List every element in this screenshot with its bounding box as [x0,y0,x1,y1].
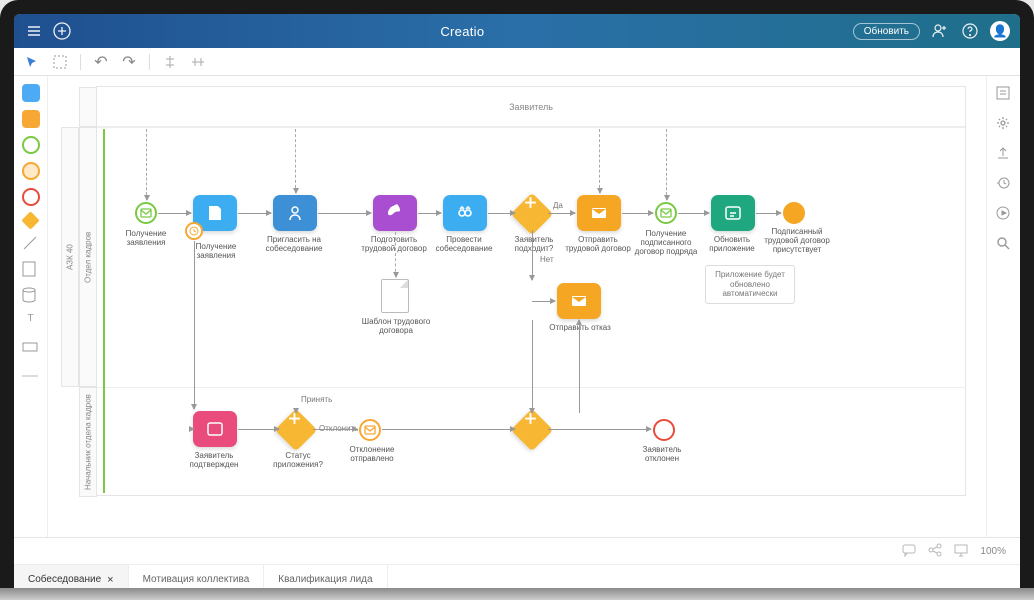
properties-icon[interactable] [996,86,1012,102]
task-update-app[interactable] [711,195,755,231]
gateway-status[interactable]: ✕ [275,409,317,451]
feedback-icon[interactable] [902,543,918,559]
task-receive-label: Получение заявления [181,242,251,260]
pool: АЗК 40 Отдел кадров Начальник отдела кад… [96,86,966,496]
lane-header-hr-chief: Начальник отдела кадров [79,387,97,497]
palette-data[interactable] [22,261,40,279]
run-icon[interactable] [996,206,1012,222]
palette-flow[interactable] [22,235,40,253]
palette-separator[interactable] [22,365,40,383]
palette-event-green[interactable] [22,136,40,154]
flow-accept: Принять [301,395,332,404]
task-confirm[interactable] [193,411,237,447]
task-send-contract[interactable] [577,195,621,231]
start-event[interactable] [135,202,157,224]
tab-qualification[interactable]: Квалификация лида [264,565,387,594]
palette-task-blue[interactable] [22,84,40,102]
tab-interview[interactable]: Собеседование× [14,565,129,594]
gateway-fit[interactable]: ✕ [511,193,553,235]
close-icon[interactable]: × [107,574,113,586]
pointer-tool[interactable] [24,54,40,70]
flow-no: Нет [540,255,554,264]
present-icon[interactable] [954,543,970,559]
add-user-icon[interactable] [930,21,950,41]
data-object-template[interactable] [381,279,409,313]
gateway-fit-label: Заявитель подходит? [499,235,569,253]
export-icon[interactable] [996,146,1012,162]
gateway-merge[interactable]: ✕ [511,409,553,451]
palette-lane[interactable] [22,339,40,357]
editor-toolbar: ↶ ↷ [14,48,1020,76]
task-interview-label: Провести собеседование [429,235,499,253]
align-h-icon[interactable] [162,54,178,70]
start-label: Получение заявления [111,229,181,247]
undo-icon[interactable]: ↶ [93,54,109,70]
share-icon[interactable] [928,543,944,559]
settings-icon[interactable] [996,116,1012,132]
task-send-reject[interactable] [557,283,601,319]
menu-icon[interactable] [24,21,44,41]
event-reject-sent[interactable] [359,419,381,441]
process-canvas[interactable]: АЗК 40 Отдел кадров Начальник отдела кад… [48,76,986,537]
flow-yes: Да [553,201,563,210]
update-button[interactable]: Обновить [853,23,920,40]
element-palette: T [14,76,48,537]
palette-database[interactable] [22,287,40,305]
palette-gateway[interactable] [21,211,39,229]
select-tool[interactable] [52,54,68,70]
pool-title: Заявитель [97,87,965,127]
task-invite-label: Пригласить на собеседование [259,235,329,253]
lane-header-azk: АЗК 40 [61,127,79,387]
help-icon[interactable] [960,21,980,41]
app-title: Creatio [72,24,853,39]
event-receive-signed-label: Получение подписанного договор подряда [631,229,701,257]
redo-icon[interactable]: ↷ [121,54,137,70]
history-icon[interactable] [996,176,1012,192]
palette-text[interactable]: T [22,313,40,331]
task-confirm-label: Заявитель подтвержден [179,451,249,469]
task-update-app-label: Обновить приложение [697,235,767,253]
gateway-status-label: Статус приложения? [263,451,333,469]
end-event-signed[interactable] [783,202,805,224]
task-invite[interactable] [273,195,317,231]
task-prepare[interactable] [373,195,417,231]
lane-header-hr: Отдел кадров [79,127,97,387]
user-avatar[interactable]: 👤 [990,21,1010,41]
task-prepare-label: Подготовить трудовой договор [359,235,429,253]
document-tabs: Собеседование× Мотивация коллектива Квал… [14,564,1020,594]
end-rejected-label: Заявитель отклонен [627,445,697,463]
zoom-level[interactable]: 100% [980,546,1006,557]
end-event-rejected[interactable] [653,419,675,441]
timer-event[interactable] [185,222,203,240]
event-receive-signed[interactable] [655,202,677,224]
task-send-contract-label: Отправить трудовой договор [563,235,633,253]
search-icon[interactable] [996,236,1012,252]
event-reject-sent-label: Отклонение отправлено [337,445,407,463]
lane-header-applicant [79,87,97,127]
palette-event-orange[interactable] [22,162,40,180]
task-interview[interactable] [443,195,487,231]
end-signed-label: Подписанный трудовой договор присутствуе… [759,227,835,255]
palette-task-orange[interactable] [22,110,40,128]
align-v-icon[interactable] [190,54,206,70]
palette-event-red[interactable] [22,188,40,206]
tab-motivation[interactable]: Мотивация коллектива [129,565,265,594]
add-icon[interactable] [52,21,72,41]
annotation-auto: Приложение будет обновлено автоматически [705,265,795,304]
app-header: Creatio Обновить 👤 [14,14,1020,48]
right-sidebar [986,76,1020,537]
doc-label: Шаблон трудового договора [361,317,431,335]
